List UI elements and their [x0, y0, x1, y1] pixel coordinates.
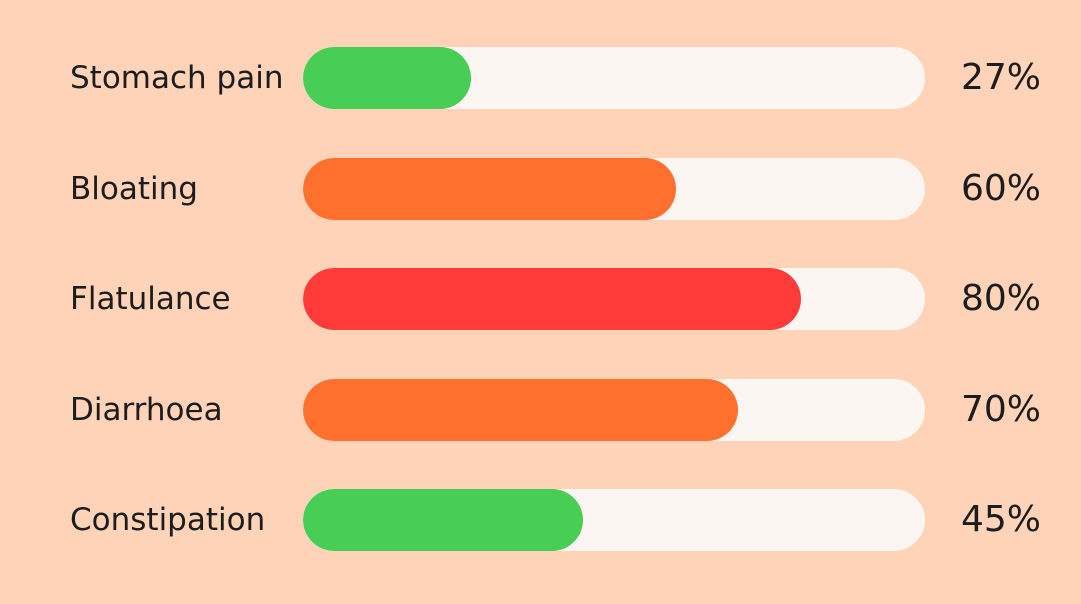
value-label: 60% — [960, 168, 1041, 209]
symptom-bar-chart: Stomach pain 27% Bloating 60% Flatulance 80% D… — [0, 0, 1081, 604]
category-label: Stomach pain — [70, 60, 284, 96]
bar-fill — [303, 379, 738, 441]
value-label: 70% — [960, 389, 1041, 430]
category-label: Constipation — [70, 502, 266, 538]
category-label: Flatulance — [70, 281, 231, 317]
category-label: Bloating — [70, 171, 198, 207]
bar-track — [303, 268, 925, 330]
bar-row: Bloating 60% — [0, 158, 1081, 220]
bar-fill — [303, 268, 801, 330]
value-label: 80% — [960, 278, 1041, 319]
bar-row: Flatulance 80% — [0, 268, 1081, 330]
bar-fill — [303, 158, 676, 220]
bar-row: Stomach pain 27% — [0, 47, 1081, 109]
bar-fill — [303, 47, 471, 109]
bar-fill — [303, 489, 583, 551]
value-label: 45% — [960, 499, 1041, 540]
category-label: Diarrhoea — [70, 392, 223, 428]
bar-track — [303, 489, 925, 551]
bar-track — [303, 47, 925, 109]
bar-row: Constipation 45% — [0, 489, 1081, 551]
value-label: 27% — [960, 57, 1041, 98]
bar-track — [303, 158, 925, 220]
bar-row: Diarrhoea 70% — [0, 379, 1081, 441]
bar-track — [303, 379, 925, 441]
